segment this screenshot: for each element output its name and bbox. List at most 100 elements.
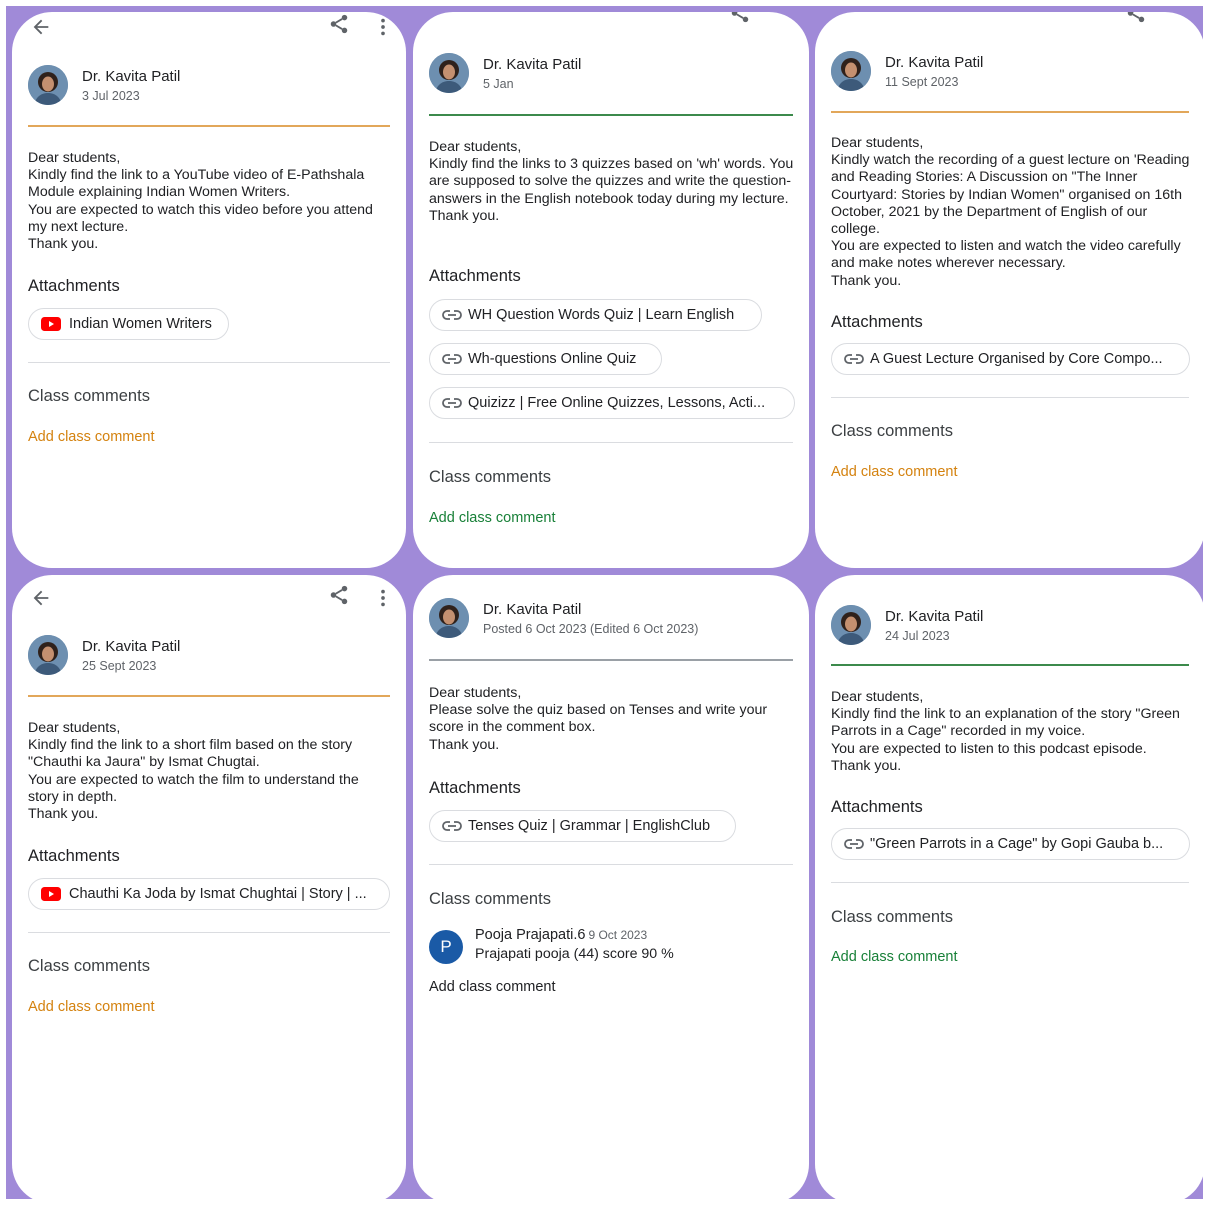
body-line: You are expected to watch the film to un… — [28, 771, 359, 805]
link-icon — [442, 354, 462, 364]
divider — [28, 695, 390, 697]
class-comments-heading: Class comments — [28, 387, 150, 405]
divider — [831, 882, 1189, 883]
attachment-title: A Guest Lecture Organised by Core Compo.… — [870, 351, 1163, 367]
divider — [28, 932, 390, 933]
class-comments-heading: Class comments — [831, 908, 953, 926]
post-date: 11 Sept 2023 — [885, 75, 959, 89]
add-class-comment-link[interactable]: Add class comment — [28, 429, 155, 445]
attachments-heading: Attachments — [429, 779, 521, 797]
attachment-chip[interactable]: WH Question Words Quiz | Learn English — [429, 299, 762, 331]
post-body: Dear students, Kindly find the link to a… — [28, 150, 392, 253]
post-date: 5 Jan — [483, 77, 514, 91]
share-icon[interactable] — [328, 13, 350, 35]
body-line: Thank you. — [28, 806, 99, 823]
attachment-chip[interactable]: A Guest Lecture Organised by Core Compo.… — [831, 343, 1190, 375]
attachment-chip[interactable]: Tenses Quiz | Grammar | EnglishClub — [429, 810, 736, 842]
body-line: Thank you. — [831, 757, 902, 774]
commenter-name-text: Pooja Prajapati.6 — [475, 927, 586, 943]
comment-text: Prajapati pooja (44) score 90 % — [475, 946, 674, 962]
attachments-heading: Attachments — [28, 277, 120, 295]
attachment-title: Tenses Quiz | Grammar | EnglishClub — [468, 818, 711, 834]
post-card-5: Dr. Kavita Patil Posted 6 Oct 2023 (Edit… — [413, 575, 809, 1204]
author-name: Dr. Kavita Patil — [483, 56, 582, 73]
body-line: You are expected to listen and watch the… — [831, 238, 1181, 272]
body-line: Kindly find the links to 3 quizzes based… — [429, 156, 794, 207]
attachments-heading: Attachments — [831, 313, 923, 331]
share-icon[interactable] — [1125, 12, 1147, 24]
body-line: Dear students, — [28, 720, 121, 736]
post-body: Dear students, Kindly find the links to … — [429, 139, 795, 225]
link-icon — [844, 354, 864, 364]
body-line: Thank you. — [831, 272, 902, 289]
divider — [28, 362, 390, 363]
youtube-icon — [41, 887, 61, 901]
arrow-left-icon[interactable] — [30, 587, 52, 609]
divider — [831, 397, 1189, 398]
class-comments-heading: Class comments — [429, 468, 551, 486]
body-line: Dear students, — [831, 135, 924, 151]
attachment-chip[interactable]: Quizizz | Free Online Quizzes, Lessons, … — [429, 387, 795, 419]
body-line: Kindly watch the recording of a guest le… — [831, 152, 1190, 238]
divider — [429, 114, 793, 116]
attachment-chip[interactable]: Indian Women Writers — [28, 308, 229, 340]
avatar — [831, 605, 871, 645]
more-vertical-icon[interactable] — [378, 16, 388, 38]
divider — [831, 664, 1189, 666]
top-app-bar — [12, 12, 406, 40]
post-card-3: Dr. Kavita Patil 11 Sept 2023 Dear stude… — [815, 12, 1205, 568]
post-body: Dear students, Kindly find the link to a… — [831, 689, 1191, 775]
attachments-heading: Attachments — [28, 847, 120, 865]
attachment-title: Wh-questions Online Quiz — [468, 351, 637, 367]
avatar — [28, 65, 68, 105]
body-line: Kindly find the link to an explanation o… — [831, 706, 1180, 740]
add-class-comment-link[interactable]: Add class comment — [429, 979, 556, 995]
body-line: Kindly find the link to a short film bas… — [28, 737, 353, 771]
add-class-comment-link[interactable]: Add class comment — [831, 949, 958, 965]
attachment-title: "Green Parrots in a Cage" by Gopi Gauba … — [870, 836, 1164, 852]
commenter-avatar: P — [429, 930, 463, 964]
avatar — [831, 51, 871, 91]
post-body: Dear students, Kindly watch the recordin… — [831, 135, 1191, 290]
divider — [429, 442, 793, 443]
post-card-2: Dr. Kavita Patil 5 Jan Dear students, Ki… — [413, 12, 809, 568]
body-line: Thank you. — [28, 236, 99, 253]
attachment-title: Indian Women Writers — [69, 316, 212, 332]
link-icon — [442, 398, 462, 408]
add-class-comment-link[interactable]: Add class comment — [429, 510, 556, 526]
attachment-title: WH Question Words Quiz | Learn English — [468, 307, 735, 323]
author-header: Dr. Kavita Patil 11 Sept 2023 — [831, 51, 1205, 95]
body-line: Dear students, — [28, 150, 121, 166]
add-class-comment-link[interactable]: Add class comment — [831, 464, 958, 480]
commenter-name: Pooja Prajapati.6 9 Oct 2023 — [475, 927, 647, 943]
author-name: Dr. Kavita Patil — [82, 68, 181, 85]
share-icon[interactable] — [328, 584, 350, 606]
post-date: 25 Sept 2023 — [82, 659, 157, 673]
attachment-chip[interactable]: Wh-questions Online Quiz — [429, 343, 662, 375]
body-line: You are expected to watch this video bef… — [28, 201, 373, 235]
author-header: Dr. Kavita Patil 25 Sept 2023 — [28, 635, 406, 679]
divider — [429, 864, 793, 865]
share-icon[interactable] — [729, 12, 751, 24]
class-comments-heading: Class comments — [28, 957, 150, 975]
body-line: Please solve the quiz based on Tenses an… — [429, 702, 768, 736]
divider — [28, 125, 390, 127]
avatar — [28, 635, 68, 675]
arrow-left-icon[interactable] — [30, 16, 52, 38]
body-line: Thank you. — [429, 736, 500, 753]
more-vertical-icon[interactable] — [378, 587, 388, 609]
link-icon — [442, 310, 462, 320]
author-name: Dr. Kavita Patil — [82, 638, 181, 655]
add-class-comment-link[interactable]: Add class comment — [28, 999, 155, 1015]
class-comments-heading: Class comments — [429, 890, 551, 908]
attachment-chip[interactable]: Chauthi Ka Joda by Ismat Chughtai | Stor… — [28, 878, 390, 910]
post-date: 3 Jul 2023 — [82, 89, 140, 103]
attachments-heading: Attachments — [831, 798, 923, 816]
avatar — [429, 53, 469, 93]
post-body: Dear students, Please solve the quiz bas… — [429, 685, 795, 754]
attachment-chip[interactable]: "Green Parrots in a Cage" by Gopi Gauba … — [831, 828, 1190, 860]
link-icon — [844, 839, 864, 849]
comment-item: P Pooja Prajapati.6 9 Oct 2023 Prajapati … — [429, 927, 789, 970]
author-header: Dr. Kavita Patil 3 Jul 2023 — [28, 65, 406, 109]
author-name: Dr. Kavita Patil — [483, 601, 582, 618]
